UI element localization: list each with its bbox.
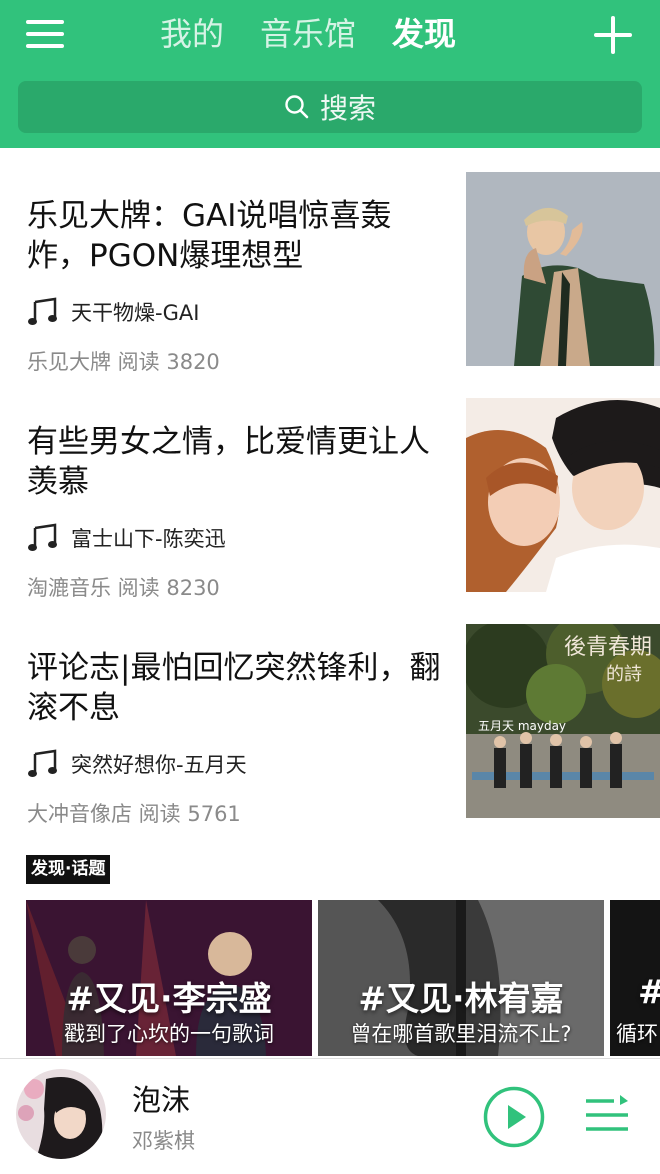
music-note-icon [28,523,57,551]
article-item[interactable]: 有些男女之情，比爱情更让人羡慕 富士山下-陈奕迅 淘漉音乐 阅读 8230 [0,398,660,624]
mini-player[interactable]: 泡沫 邓紫棋 [0,1058,660,1174]
play-icon[interactable] [483,1086,545,1148]
add-icon[interactable] [594,16,632,54]
topic-subtitle: 曾在哪首歌里泪流不止? [350,1022,572,1046]
article-title: 乐见大牌：GAI说唱惊喜轰炸，PGON爆理想型 [27,198,392,274]
tab-music-hall[interactable]: 音乐馆 [260,10,356,58]
article-thumbnail [466,398,660,592]
music-note-icon [28,749,57,777]
article-item[interactable]: 评论志|最怕回忆突然锋利，翻滚不息 突然好想你-五月天 大冲音像店 阅读 576… [0,624,660,850]
music-note-icon [28,297,57,325]
playlist-icon[interactable] [584,1093,630,1137]
topics-carousel[interactable]: #又见·李宗盛 戳到了心坎的一句歌词 #又见·林宥嘉 曾在哪首歌里泪流不止? #… [26,900,660,1056]
topic-title: #又见·李宗盛 [66,979,272,1018]
article-thumbnail [466,172,660,366]
album-cover[interactable] [16,1069,106,1159]
article-song[interactable]: 富士山下-陈奕迅 [27,520,226,556]
tab-mine[interactable]: 我的 [160,10,224,58]
topic-card[interactable]: # 循环 [610,900,660,1056]
now-playing-artist: 邓紫棋 [132,1129,195,1153]
search-bar[interactable]: 搜索 [18,81,642,133]
article-meta: 大冲音像店 阅读 5761 [27,802,241,826]
album-title-text: 後青春期 [564,635,652,660]
topics-section-label: 发现·话题 [26,855,111,884]
search-placeholder: 搜索 [319,92,376,125]
song-label: 富士山下-陈奕迅 [71,527,226,551]
article-meta: 淘漉音乐 阅读 8230 [27,576,220,600]
topic-title: # [638,972,660,1011]
topic-card[interactable]: #又见·李宗盛 戳到了心坎的一句歌词 [26,900,312,1056]
main-tabs: 我的 音乐馆 发现 [160,10,456,58]
band-text: 五月天 mayday [478,719,566,733]
menu-icon[interactable] [26,18,66,50]
top-bar: 我的 音乐馆 发现 搜索 [0,0,660,148]
search-icon [285,95,309,119]
article-song[interactable]: 天干物燥-GAI [27,294,199,330]
album-title2-text: 的詩 [606,664,642,685]
article-thumbnail: 後青春期 的詩 五月天 mayday [466,624,660,818]
song-label: 突然好想你-五月天 [71,753,247,777]
article-title: 有些男女之情，比爱情更让人羡慕 [27,424,430,500]
article-song[interactable]: 突然好想你-五月天 [27,746,247,782]
topic-subtitle: 循环 [616,1022,658,1046]
topic-card[interactable]: #又见·林宥嘉 曾在哪首歌里泪流不止? [318,900,604,1056]
topic-subtitle: 戳到了心坎的一句歌词 [64,1022,274,1046]
now-playing-title: 泡沫 [132,1083,191,1117]
article-title: 评论志|最怕回忆突然锋利，翻滚不息 [27,650,441,726]
article-item[interactable]: 乐见大牌：GAI说唱惊喜轰炸，PGON爆理想型 天干物燥-GAI 乐见大牌 阅读… [0,172,660,398]
article-meta: 乐见大牌 阅读 3820 [27,350,220,374]
song-label: 天干物燥-GAI [71,301,200,325]
topic-title: #又见·林宥嘉 [358,979,564,1018]
tab-discover[interactable]: 发现 [392,10,456,58]
